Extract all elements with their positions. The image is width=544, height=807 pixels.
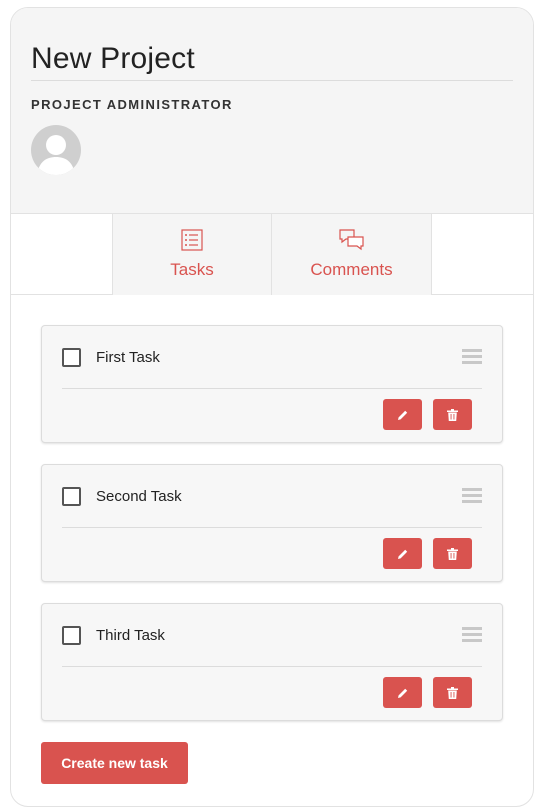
project-header: New Project PROJECT ADMINISTRATOR [11,8,533,214]
delete-task-button[interactable] [433,538,472,569]
role-label: PROJECT ADMINISTRATOR [31,97,233,112]
tab-comments-label: Comments [310,260,393,279]
trash-icon [447,686,458,699]
task-name: Third Task [96,626,165,644]
pencil-icon [397,688,407,698]
edit-task-button[interactable] [383,399,422,430]
task-name: First Task [96,348,160,366]
edit-task-button[interactable] [383,677,422,708]
project-panel: New Project PROJECT ADMINISTRATOR Tasks [10,7,534,807]
list-icon [181,229,203,251]
task-card: Third Task [41,603,503,721]
task-card: First Task [41,325,503,443]
pencil-icon [397,410,407,420]
delete-task-button[interactable] [433,399,472,430]
page-title: New Project [31,8,513,81]
task-checkbox[interactable] [62,625,81,645]
avatar[interactable] [31,125,81,175]
trash-icon [447,408,458,421]
tab-tasks[interactable]: Tasks [112,214,272,295]
user-icon [37,135,75,175]
task-checkbox[interactable] [62,486,81,506]
task-list: First Task Second Task Third Task Create… [11,295,533,784]
delete-task-button[interactable] [433,677,472,708]
comments-icon [338,229,364,251]
drag-handle-icon[interactable] [462,626,482,642]
tab-tasks-label: Tasks [170,260,214,279]
task-card: Second Task [41,464,503,582]
trash-icon [447,547,458,560]
create-task-button[interactable]: Create new task [41,742,188,784]
tab-bar: Tasks Comments [11,214,533,295]
drag-handle-icon[interactable] [462,348,482,364]
drag-handle-icon[interactable] [462,487,482,503]
task-name: Second Task [96,487,182,505]
edit-task-button[interactable] [383,538,422,569]
tab-comments[interactable]: Comments [272,214,432,295]
pencil-icon [397,549,407,559]
task-checkbox[interactable] [62,347,81,367]
